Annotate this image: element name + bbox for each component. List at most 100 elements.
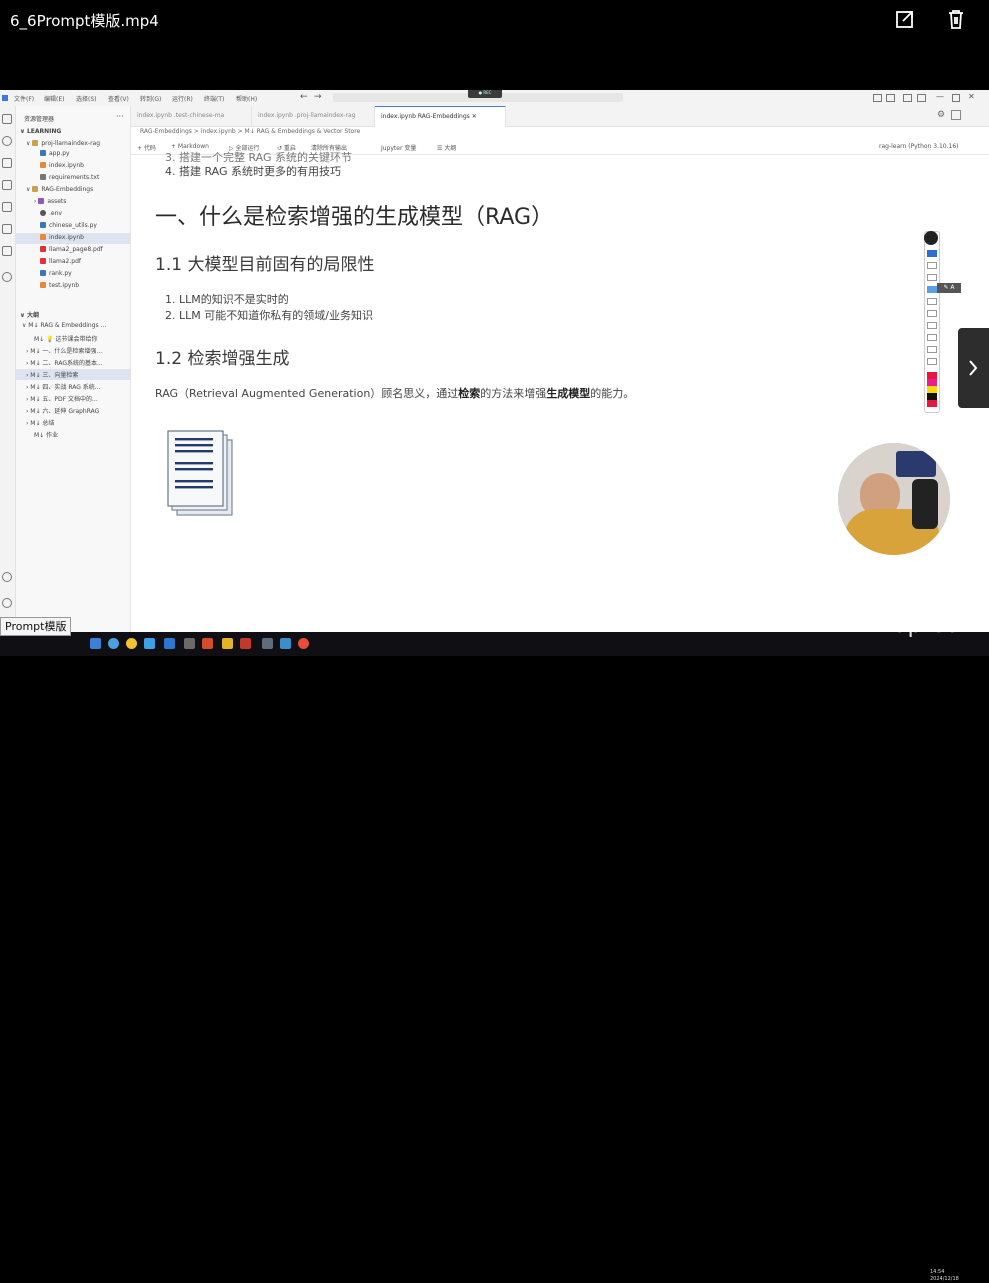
outline-section[interactable]: ∨ 大纲 <box>20 310 39 319</box>
nav-forward-icon[interactable]: → <box>314 92 322 102</box>
menu-view[interactable]: 查看(V) <box>108 94 129 103</box>
breadcrumb[interactable]: RAG-Embeddings > index.ipynb > M↓ RAG & … <box>140 128 360 135</box>
nav-back-icon[interactable]: ← <box>300 92 308 102</box>
outline-item-1[interactable]: M↓ 💡 这节课会带给你 <box>34 334 98 343</box>
extensions-icon[interactable] <box>2 202 12 212</box>
cursor-tool-icon[interactable] <box>927 250 937 257</box>
menu-file[interactable]: 文件(F) <box>14 94 34 103</box>
watermark: www.itmop.com <box>786 612 984 638</box>
split-editor-icon[interactable] <box>951 110 961 120</box>
menu-goto[interactable]: 转到(G) <box>140 94 161 103</box>
file-explorer-icon[interactable] <box>222 638 233 649</box>
file-rank-py[interactable]: rank.py <box>40 270 72 277</box>
menu-run[interactable]: 运行(R) <box>172 94 193 103</box>
app-icon-2[interactable] <box>184 638 195 649</box>
color-magenta-swatch[interactable] <box>927 379 937 386</box>
outline-item-5[interactable]: › M↓ 四、实战 RAG 系统... <box>26 382 101 391</box>
file-requirements[interactable]: requirements.txt <box>40 174 99 181</box>
app-icon-6[interactable] <box>280 638 291 649</box>
undo-icon[interactable] <box>927 322 937 329</box>
explorer-icon[interactable] <box>2 114 12 124</box>
search-icon[interactable] <box>2 136 12 146</box>
tab-close-icon[interactable]: ✕ <box>472 113 477 120</box>
jupyter-variables-button[interactable]: Jupyter 变量 <box>381 143 416 152</box>
kernel-picker[interactable]: rag-learn (Python 3.10.16) <box>879 143 959 150</box>
source-control-icon[interactable] <box>2 158 12 168</box>
close-icon[interactable]: ✕ <box>968 92 975 101</box>
app-icon-3[interactable] <box>202 638 213 649</box>
trash-icon[interactable] <box>946 8 966 30</box>
annotation-pin-icon[interactable] <box>924 231 938 245</box>
menu-help[interactable]: 帮助(H) <box>236 94 257 103</box>
folder-proj-llamaindex[interactable]: ∨ proj-llamaindex-rag <box>26 140 100 147</box>
app-icon-4[interactable] <box>240 638 251 649</box>
file-index-ipynb-selected[interactable]: index.ipynb <box>16 233 130 244</box>
menu-edit[interactable]: 编辑(E) <box>44 94 64 103</box>
next-video-button[interactable] <box>958 328 989 408</box>
outline-item-7[interactable]: › M↓ 六、延伸 GraphRAG <box>26 406 99 415</box>
file-llama2-page8[interactable]: llama2_page8.pdf <box>40 246 103 253</box>
file-label: test.ipynb <box>49 282 80 289</box>
tab-index-test-chinese[interactable]: index.ipynb .test-chinese-ma <box>131 106 252 126</box>
settings-gear-icon[interactable] <box>2 598 12 608</box>
color-black-swatch[interactable] <box>927 393 937 400</box>
outline-item-6[interactable]: › M↓ 五、PDF 文档中的... <box>26 394 98 403</box>
recorder-icon[interactable] <box>298 638 309 649</box>
video-letterbox <box>0 40 989 90</box>
secondary-sidebar-icon[interactable] <box>917 94 926 102</box>
chrome-icon[interactable] <box>126 638 137 649</box>
file-index-ipynb[interactable]: index.ipynb <box>40 162 84 169</box>
tab-index-rag-embeddings[interactable]: index.ipynb RAG-Embeddings ✕ <box>375 106 506 127</box>
maximize-icon[interactable] <box>952 94 960 102</box>
menu-selection[interactable]: 选择(S) <box>76 94 97 103</box>
file-chinese-utils[interactable]: chinese_utils.py <box>40 222 97 229</box>
file-llama2-pdf[interactable]: llama2.pdf <box>40 258 81 265</box>
color-yellow-swatch[interactable] <box>927 386 937 393</box>
outline-item-8[interactable]: › M↓ 总结 <box>26 418 54 427</box>
minimize-icon[interactable]: — <box>936 92 944 101</box>
vscode-taskbar-icon[interactable] <box>164 638 175 649</box>
file-test-ipynb[interactable]: test.ipynb <box>40 282 79 289</box>
menu-terminal[interactable]: 终端(T) <box>204 94 224 103</box>
outline-item-9[interactable]: M↓ 作业 <box>34 430 58 439</box>
delete-icon[interactable] <box>927 334 937 341</box>
more-actions-icon[interactable]: ··· <box>116 112 124 121</box>
line-tool-icon[interactable] <box>927 298 937 305</box>
sidebar-toggle-icon[interactable] <box>903 94 912 102</box>
file-env[interactable]: .env <box>40 210 62 217</box>
folder-assets[interactable]: › assets <box>34 198 66 205</box>
layout-icon[interactable] <box>873 94 882 102</box>
edge-icon[interactable] <box>108 638 119 649</box>
capture-icon[interactable] <box>927 358 937 365</box>
tab-index-proj-llamaindex[interactable]: index.ipynb .proj-llamaindex-rag <box>252 106 375 126</box>
outline-item-4[interactable]: › M↓ 三、向量检索 <box>16 369 130 380</box>
run-debug-icon[interactable] <box>2 180 12 190</box>
app-icon-5[interactable] <box>262 638 273 649</box>
lasso-tool-icon[interactable] <box>927 274 937 281</box>
open-external-icon[interactable] <box>895 8 915 30</box>
outline-item-3[interactable]: › M↓ 二、RAG系统的基本... <box>26 358 103 367</box>
color-red-swatch[interactable] <box>927 372 937 379</box>
zoom-icon[interactable] <box>927 346 937 353</box>
folder-rag-embeddings[interactable]: ∨ RAG-Embeddings <box>26 186 93 193</box>
file-app-py[interactable]: app.py <box>40 150 70 157</box>
app-icon-1[interactable] <box>144 638 155 649</box>
workspace-section[interactable]: ∨ LEARNING <box>20 128 61 135</box>
testing-icon[interactable] <box>2 246 12 256</box>
account-icon[interactable] <box>2 572 12 582</box>
flask-icon[interactable] <box>2 272 12 282</box>
add-code-button[interactable]: + 代码 <box>137 143 156 152</box>
panel-icon[interactable] <box>886 94 895 102</box>
color-red-swatch-2[interactable] <box>927 400 937 407</box>
eraser-tool-icon[interactable] <box>927 310 937 317</box>
notebook-file-icon <box>40 282 46 288</box>
outline-button[interactable]: ☰ 大纲 <box>437 143 456 152</box>
outline-root[interactable]: ∨ M↓ RAG & Embeddings ... <box>22 322 106 329</box>
settings-icon[interactable]: ⚙ <box>937 110 945 120</box>
pen-tool-icon[interactable] <box>927 286 937 293</box>
python-file-icon <box>40 150 46 156</box>
windows-start-icon[interactable] <box>90 638 101 649</box>
select-tool-icon[interactable] <box>927 262 937 269</box>
outline-item-2[interactable]: › M↓ 一、什么是检索增强... <box>26 346 102 355</box>
remote-icon[interactable] <box>2 224 12 234</box>
